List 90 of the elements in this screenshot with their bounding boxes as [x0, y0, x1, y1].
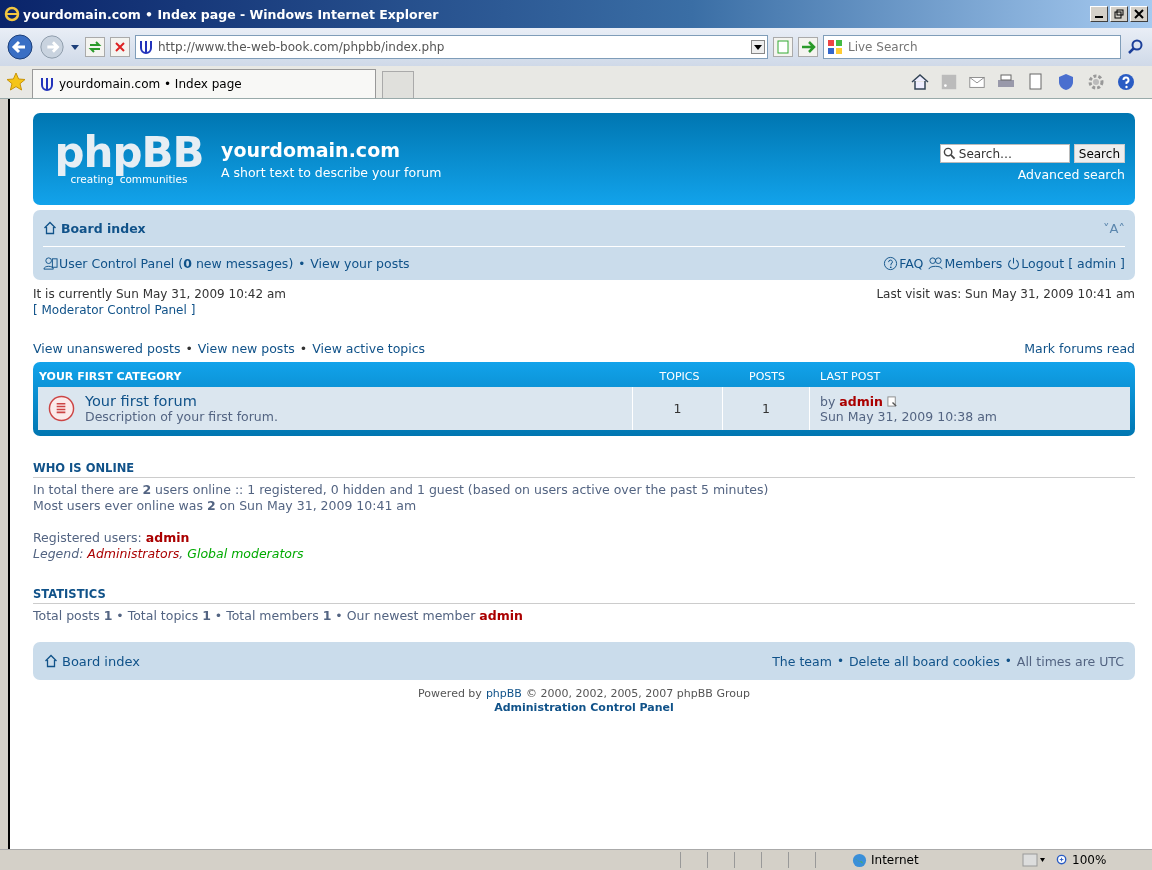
globe-icon [852, 852, 867, 868]
username-link[interactable]: admin [479, 608, 523, 624]
search-field[interactable]: Search… [939, 144, 1070, 163]
site-description: A short text to describe your forum [221, 164, 442, 180]
online-stats-text: In total there are 2 users online :: 1 registered, 0 hidden and 1 guest (based on users active over the past 5 minutes) [33, 482, 770, 498]
separator: • [299, 341, 308, 356]
last-visit-text: Last visit was: Sun May 31, 2009 10:41 am [876, 287, 1135, 303]
shield-icon[interactable] [1056, 72, 1076, 92]
current-time-text: It is currently Sun May 31, 2009 10:42 am [33, 287, 286, 301]
admin-panel-link[interactable]: Administration Control Panel [494, 701, 674, 715]
dropdown-button[interactable] [751, 40, 765, 54]
section-heading: WHO IS ONLINE [33, 460, 1135, 478]
last-post-time: Sun May 31, 2009 10:38 am [820, 408, 999, 424]
separator: • [185, 341, 193, 356]
user-icon [43, 256, 58, 271]
comma: , [179, 546, 184, 562]
separator: • [298, 256, 306, 271]
minimize-button[interactable] [1090, 6, 1108, 22]
forum-description: Description of your first forum. [85, 409, 278, 424]
logout-link[interactable]: Logout [ admin ] [1007, 256, 1125, 271]
quick-link[interactable]: View new posts [197, 341, 295, 356]
zoom-icon [1056, 853, 1069, 867]
moderator-panel-link[interactable]: [ Moderator Control Panel ] [33, 303, 286, 317]
username-link[interactable]: admin [145, 530, 190, 546]
favorites-star-icon[interactable] [6, 72, 26, 92]
browser-logo-icon [4, 6, 20, 22]
address-field[interactable]: http://www.the-web-book.com/phpbb/index.php [135, 35, 768, 59]
search-button[interactable]: Search [1073, 144, 1125, 163]
restore-button[interactable] [1110, 6, 1128, 22]
go-button[interactable] [798, 37, 818, 57]
power-icon [1007, 257, 1021, 270]
help-icon [883, 256, 899, 271]
stop-button[interactable] [110, 37, 130, 57]
online-stats-text: Most users ever online was 2 on Sun May 31, 2009 10:41 am [33, 498, 418, 514]
powered-by-text: Powered by [418, 687, 482, 701]
section-heading: STATISTICS [33, 586, 1135, 604]
security-zone-text: Internet [852, 852, 1012, 868]
separator: • [1004, 654, 1012, 668]
home-icon[interactable] [910, 72, 930, 92]
column-header: LAST POST [819, 369, 882, 383]
forum-title-link[interactable]: Your first forum [85, 393, 278, 409]
view-posts-link[interactable]: View your posts [310, 256, 410, 271]
timezone-text: All times are UTC [1016, 653, 1124, 669]
forward-button[interactable] [39, 34, 65, 60]
browser-tab[interactable]: yourdomain.com • Index page [32, 69, 376, 98]
quick-link[interactable]: View unanswered posts [33, 341, 181, 356]
compatibility-button[interactable] [773, 37, 793, 57]
back-button[interactable] [6, 33, 34, 61]
posts-count: 1 [723, 387, 810, 430]
registered-users-label: Registered users: [33, 530, 142, 546]
restore-icon [1114, 9, 1124, 19]
search-field[interactable]: Live Search [823, 35, 1121, 59]
statistics-text: Total posts 1 • Total topics 1 • Total members 1 • Our newest member [33, 608, 476, 624]
forum-read-icon [48, 395, 75, 422]
footer-link[interactable]: Delete all board cookies [848, 653, 1000, 669]
help-icon[interactable] [1116, 72, 1136, 92]
logo-tagline: creating [70, 173, 114, 185]
advanced-search-link[interactable]: Advanced search [1017, 167, 1125, 182]
topics-count: 1 [633, 387, 723, 430]
site-icon [39, 76, 55, 92]
quick-link[interactable]: View active topics [312, 341, 426, 356]
mark-read-link[interactable]: Mark forums read [1024, 341, 1135, 356]
phpbb-link[interactable]: phpBB [485, 687, 522, 701]
home-icon [44, 654, 58, 668]
site-name: yourdomain.com [221, 138, 401, 161]
footer-link[interactable]: The team [772, 653, 832, 669]
author-link[interactable]: admin [839, 393, 883, 409]
separator: • [836, 654, 844, 668]
window-title: yourdomain.com • Index page - Windows Internet Explorer [23, 6, 440, 22]
board-index-link[interactable]: Board index [44, 653, 140, 669]
close-button[interactable] [1130, 6, 1148, 22]
faq-link[interactable]: FAQ [883, 256, 924, 271]
people-icon [928, 256, 944, 271]
user-control-panel-link[interactable]: User Control Panel (0 new messages) [43, 256, 294, 271]
copyright-text: © 2000, 2002, 2005, 2007 phpBB Group [525, 687, 750, 701]
close-icon [1134, 9, 1144, 19]
view-latest-post-icon[interactable] [886, 395, 898, 407]
legend-label: Legend: [33, 546, 84, 562]
refresh-button[interactable] [85, 37, 105, 57]
members-link[interactable]: Members [928, 256, 1003, 271]
site-icon [138, 39, 154, 55]
column-header: TOPICS [658, 369, 701, 383]
column-header: POSTS [748, 369, 786, 383]
zoom-control[interactable]: 100% [1056, 853, 1107, 867]
dropdown-icon[interactable] [70, 42, 80, 52]
minimize-icon [1095, 16, 1103, 18]
home-icon [43, 221, 57, 235]
settings-icon[interactable] [1086, 72, 1106, 92]
board-index-link[interactable]: Board index [43, 220, 146, 236]
by-label: by [820, 393, 836, 409]
